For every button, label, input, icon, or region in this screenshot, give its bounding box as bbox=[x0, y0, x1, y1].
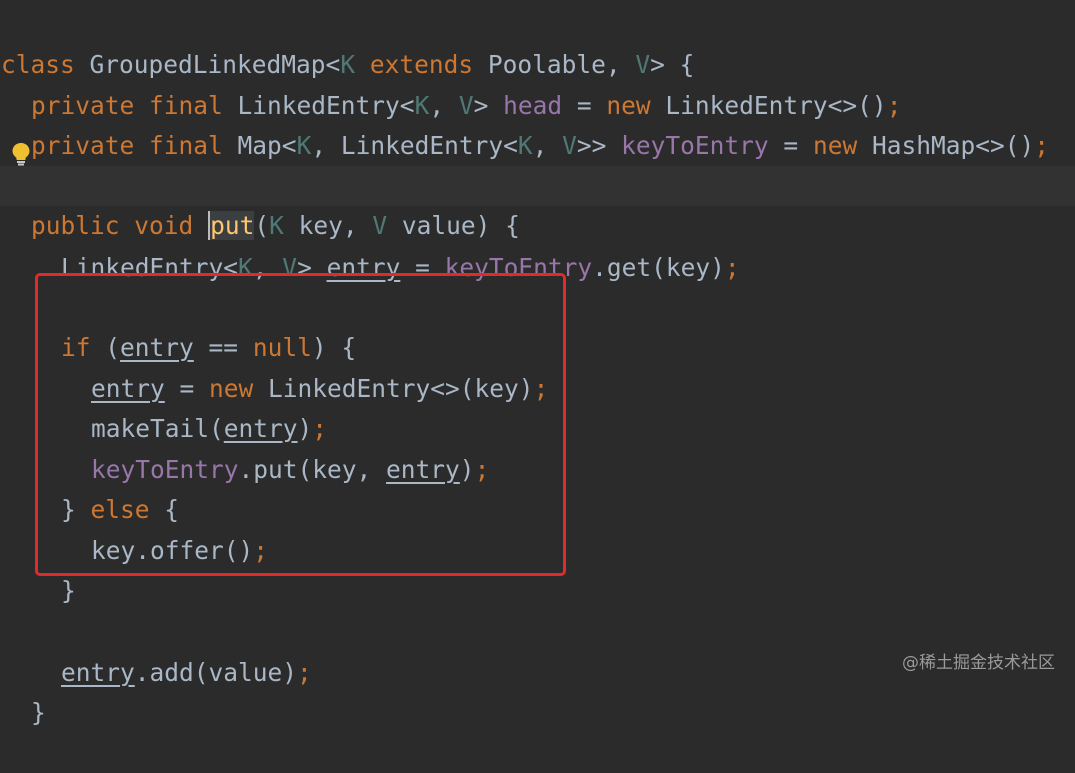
token: HashMap<>() bbox=[857, 131, 1035, 160]
token: , bbox=[532, 131, 563, 160]
watermark: @稀土掘金技术社区 bbox=[902, 653, 1055, 673]
token: >> bbox=[576, 131, 622, 160]
lightbulb-icon[interactable] bbox=[11, 142, 31, 166]
keyword-final: final bbox=[149, 131, 223, 160]
token: = bbox=[768, 131, 813, 160]
code-editor[interactable]: class GroupedLinkedMap<K extends Poolabl… bbox=[0, 0, 1075, 727]
keyword-private: private bbox=[31, 131, 135, 160]
code-line-entry-lookup[interactable]: LinkedEntry<K, V> entry = keyToEntry.get… bbox=[0, 208, 1075, 282]
code-line-entry-add[interactable]: entry.add(value); bbox=[0, 613, 1075, 687]
field-keytoentry: keyToEntry bbox=[621, 131, 769, 160]
token: Map< bbox=[222, 131, 297, 160]
semicolon: ; bbox=[724, 253, 740, 282]
type-param: V bbox=[562, 131, 577, 160]
token: } bbox=[61, 576, 76, 605]
code-line-put-method[interactable]: public void put(K key, V value) { bbox=[0, 166, 1075, 240]
highlight-annotation-box bbox=[35, 273, 566, 576]
type-param: K bbox=[296, 131, 312, 160]
token: , LinkedEntry< bbox=[311, 131, 518, 160]
semicolon: ; bbox=[1034, 131, 1049, 160]
token: .get(key) bbox=[592, 253, 725, 282]
code-line-head-field[interactable]: private final LinkedEntry<K, V> head = n… bbox=[0, 46, 1075, 120]
code-line-keytoentry-field[interactable]: private final Map<K, LinkedEntry<K, V>> … bbox=[0, 86, 1075, 160]
keyword-new: new bbox=[812, 131, 858, 160]
code-line-class-declaration[interactable]: class GroupedLinkedMap<K extends Poolabl… bbox=[0, 5, 1075, 79]
token: } bbox=[31, 698, 46, 727]
type-param: K bbox=[517, 131, 533, 160]
